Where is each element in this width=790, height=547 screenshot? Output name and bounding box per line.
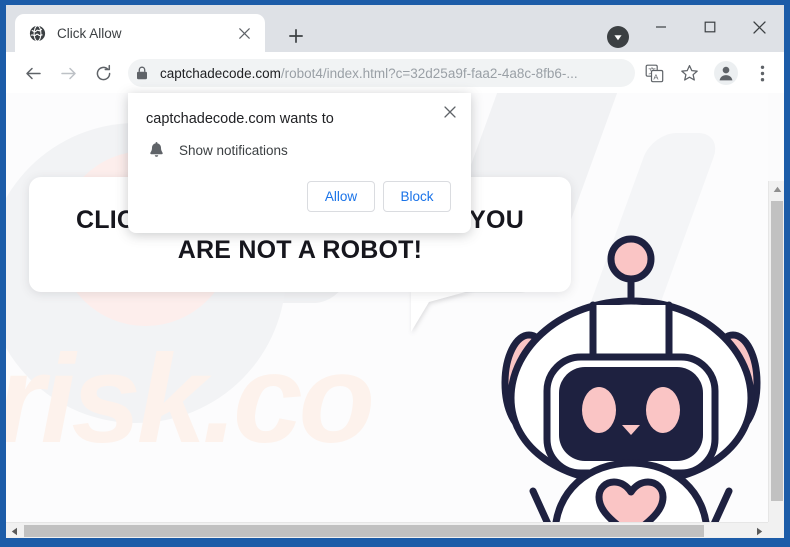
translate-icon[interactable]: 文 A xyxy=(640,59,668,87)
robot-mascot xyxy=(489,235,768,522)
tab-strip: Click Allow xyxy=(6,5,784,52)
scroll-up-arrow-icon[interactable] xyxy=(769,181,784,198)
scroll-left-arrow-icon[interactable] xyxy=(6,523,23,538)
close-icon[interactable] xyxy=(437,99,463,125)
horizontal-scrollbar-thumb[interactable] xyxy=(24,525,704,537)
url-host: captchadecode.com xyxy=(160,65,281,81)
block-button[interactable]: Block xyxy=(383,181,451,212)
menu-icon[interactable] xyxy=(748,59,776,87)
url-text: captchadecode.com/robot4/index.html?c=32… xyxy=(160,66,578,81)
vertical-scrollbar-thumb[interactable] xyxy=(771,201,783,501)
plus-icon xyxy=(289,29,303,43)
bell-icon xyxy=(146,140,166,160)
window-minimize-button[interactable] xyxy=(638,10,684,44)
permission-dialog-title: captchadecode.com wants to xyxy=(146,111,334,127)
new-tab-button[interactable] xyxy=(281,21,311,51)
window-close-button[interactable] xyxy=(736,10,782,44)
maximize-icon xyxy=(704,21,716,33)
close-icon[interactable] xyxy=(233,22,255,44)
browser-tab[interactable]: Click Allow xyxy=(15,14,265,52)
scrollbar-corner xyxy=(768,522,784,538)
browser-window: Click Allow captchadecode.com/robot4/ind… xyxy=(6,5,784,538)
permission-row: Show notifications xyxy=(146,140,288,160)
browser-window-frame: Click Allow captchadecode.com/robot4/ind… xyxy=(0,0,790,547)
downloads-icon[interactable] xyxy=(607,26,629,48)
notification-permission-dialog: captchadecode.com wants to Show notifica… xyxy=(128,93,471,233)
globe-icon xyxy=(29,24,46,42)
horizontal-scrollbar[interactable] xyxy=(6,522,784,538)
permission-label: Show notifications xyxy=(179,142,288,158)
arrow-right-icon xyxy=(60,67,76,79)
tab-title: Click Allow xyxy=(57,25,122,41)
speech-bubble-tail xyxy=(411,290,473,332)
address-bar[interactable]: captchadecode.com/robot4/index.html?c=32… xyxy=(128,59,635,87)
reload-icon xyxy=(96,64,110,80)
allow-button[interactable]: Allow xyxy=(307,181,375,212)
headline-line-2: ARE NOT A ROBOT! xyxy=(177,235,423,264)
window-maximize-button[interactable] xyxy=(687,10,733,44)
browser-toolbar: captchadecode.com/robot4/index.html?c=32… xyxy=(6,52,784,93)
forward-button xyxy=(54,59,82,87)
avatar[interactable] xyxy=(712,59,740,87)
reload-button[interactable] xyxy=(89,59,117,87)
url-path: /robot4/index.html?c=32d25a9f-faa2-4a8c-… xyxy=(280,65,578,81)
lock-icon[interactable] xyxy=(128,59,156,87)
minimize-icon xyxy=(656,26,666,28)
back-button[interactable] xyxy=(19,59,47,87)
close-icon xyxy=(752,20,766,34)
bookmark-star-icon[interactable] xyxy=(675,59,703,87)
watermark-text: risk.co xyxy=(6,330,375,469)
vertical-scrollbar[interactable] xyxy=(768,181,784,538)
person-icon xyxy=(719,66,733,81)
scroll-right-arrow-icon[interactable] xyxy=(751,523,768,538)
arrow-left-icon xyxy=(25,67,41,79)
